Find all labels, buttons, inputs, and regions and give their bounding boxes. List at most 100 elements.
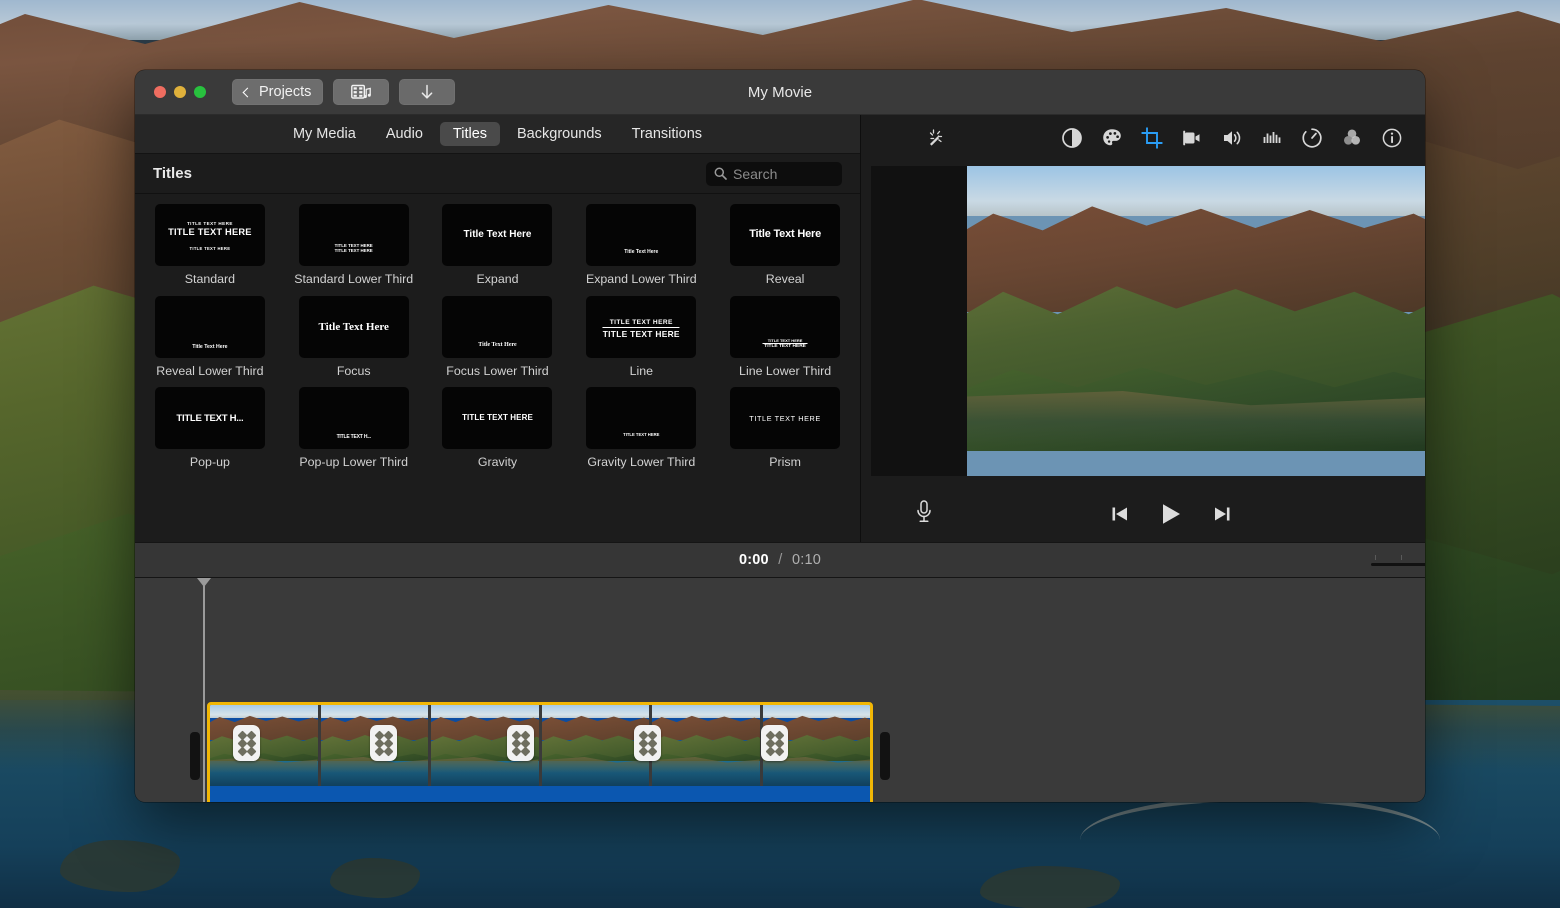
timecode-display: 0:00 / 0:10 bbox=[739, 551, 821, 569]
zoom-button[interactable] bbox=[194, 86, 206, 98]
clip-drag-badge[interactable] bbox=[370, 725, 397, 761]
tab-backgrounds[interactable]: Backgrounds bbox=[504, 122, 615, 146]
title-label: Standard Lower Third bbox=[294, 272, 414, 286]
stabilization-icon[interactable] bbox=[1177, 123, 1207, 153]
preview-text: TITLE TEXT HERE bbox=[462, 413, 533, 422]
preview-text: TITLE TEXT HERE bbox=[189, 246, 231, 251]
total-duration: 0:10 bbox=[791, 552, 821, 568]
title-item-reveal-lower-third[interactable]: Title Text Here Reveal Lower Third bbox=[149, 295, 271, 380]
title-thumbnail: TITLE TEXT HERE bbox=[586, 387, 697, 449]
browser-heading: Titles bbox=[153, 165, 192, 182]
preview-text: Title Text Here bbox=[192, 343, 228, 350]
skip-next-icon bbox=[1215, 507, 1230, 521]
tab-audio[interactable]: Audio bbox=[373, 122, 436, 146]
clip-drag-badge[interactable] bbox=[634, 725, 661, 761]
crop-icon[interactable] bbox=[1137, 123, 1167, 153]
title-item-expand-lower-third[interactable]: Title Text Here Expand Lower Third bbox=[580, 204, 702, 288]
timeline-toolbar: 0:00 / 0:10 bbox=[135, 542, 1425, 578]
title-thumbnail: TITLE TEXT HERE TITLE TEXT HERE bbox=[586, 295, 697, 358]
tab-titles[interactable]: Titles bbox=[439, 122, 501, 146]
close-button[interactable] bbox=[154, 86, 166, 98]
video-preview[interactable] bbox=[861, 160, 1425, 486]
title-item-gravity[interactable]: TITLE TEXT HERE Gravity bbox=[437, 387, 559, 471]
skip-next-button[interactable] bbox=[1212, 504, 1232, 524]
play-icon bbox=[1163, 504, 1180, 524]
wallpaper-rock bbox=[980, 866, 1120, 908]
title-label: Gravity Lower Third bbox=[587, 455, 696, 469]
title-item-line-lower-third[interactable]: TITLE TEXT HERE TITLE TEXT HERE Line Low… bbox=[724, 295, 846, 380]
search-placeholder: Search bbox=[733, 165, 778, 182]
minimize-button[interactable] bbox=[174, 86, 186, 98]
zoom-slider-track[interactable] bbox=[1371, 563, 1425, 566]
clip-drag-badge[interactable] bbox=[761, 725, 788, 761]
title-item-focus[interactable]: Title Text Here Focus bbox=[293, 295, 415, 380]
title-label: Pop-up bbox=[189, 455, 230, 469]
timeline-clip-row bbox=[190, 702, 890, 802]
color-correction-icon[interactable] bbox=[1097, 123, 1127, 153]
adjustment-icons bbox=[1057, 123, 1407, 153]
volume-icon[interactable] bbox=[1217, 123, 1247, 153]
filmstrip-music-icon bbox=[351, 84, 372, 99]
clip-frame bbox=[652, 705, 760, 786]
preview-frame bbox=[967, 166, 1425, 476]
filters-icon[interactable] bbox=[1337, 123, 1367, 153]
tab-my-media[interactable]: My Media bbox=[280, 122, 369, 146]
wallpaper-rock bbox=[60, 840, 180, 892]
clip-drag-badge[interactable] bbox=[507, 725, 534, 761]
viewer-panel bbox=[861, 115, 1425, 542]
info-icon[interactable] bbox=[1377, 123, 1407, 153]
timeline-canvas[interactable] bbox=[135, 578, 1425, 802]
preview-text: Title Text Here bbox=[624, 249, 659, 255]
title-item-expand[interactable]: Title Text Here Expand bbox=[437, 204, 559, 288]
skip-previous-button[interactable] bbox=[1110, 504, 1130, 524]
title-thumbnail: Title Text Here bbox=[442, 204, 553, 266]
title-item-standard-lower-third[interactable]: TITLE TEXT HERE TITLE TEXT HERE Standard… bbox=[293, 204, 415, 288]
title-thumbnail: Title Text Here bbox=[154, 295, 265, 358]
clip-trim-handle-right[interactable] bbox=[880, 732, 890, 780]
magic-wand-icon[interactable] bbox=[921, 123, 951, 153]
title-item-standard[interactable]: TITLE TEXT HERE TITLE TEXT HERE TITLE TE… bbox=[149, 204, 271, 288]
search-field[interactable]: Search bbox=[706, 161, 842, 186]
title-label: Focus Lower Third bbox=[446, 363, 549, 378]
timeline-video-clip[interactable] bbox=[207, 702, 873, 802]
share-export-button[interactable] bbox=[399, 79, 456, 105]
title-item-prism[interactable]: TITLE TEXT HERE Prism bbox=[724, 387, 846, 471]
tab-transitions[interactable]: Transitions bbox=[619, 122, 715, 146]
title-thumbnail: TITLE TEXT H... bbox=[154, 387, 265, 449]
window-title: My Movie bbox=[747, 83, 813, 101]
preview-text: TITLE TEXT H... bbox=[336, 434, 371, 440]
speed-icon[interactable] bbox=[1297, 123, 1327, 153]
clip-trim-handle-left[interactable] bbox=[190, 732, 200, 780]
title-item-reveal[interactable]: Title Text Here Reveal bbox=[724, 204, 846, 288]
title-item-focus-lower-third[interactable]: Title Text Here Focus Lower Third bbox=[437, 295, 559, 380]
titles-grid-scroll[interactable]: TITLE TEXT HERE TITLE TEXT HERE TITLE TE… bbox=[135, 194, 860, 542]
import-media-button[interactable] bbox=[333, 79, 390, 105]
title-item-popup[interactable]: TITLE TEXT H... Pop-up bbox=[149, 387, 271, 471]
clip-audio-waveform-bar[interactable] bbox=[210, 786, 870, 802]
title-label: Expand Lower Third bbox=[585, 272, 697, 286]
preview-text: TITLE TEXT HERE bbox=[186, 221, 233, 226]
preview-letterbox bbox=[871, 166, 967, 476]
title-thumbnail: Title Text Here bbox=[586, 204, 697, 266]
play-button[interactable] bbox=[1158, 501, 1184, 527]
preview-text: TITLE TEXT HERE bbox=[749, 414, 821, 423]
preview-text: TITLE TEXT H... bbox=[176, 413, 244, 424]
clip-frame bbox=[541, 705, 649, 786]
title-label: Prism bbox=[769, 455, 801, 469]
titles-grid: TITLE TEXT HERE TITLE TEXT HERE TITLE TE… bbox=[149, 204, 846, 471]
noise-reduction-icon[interactable] bbox=[1257, 123, 1287, 153]
title-item-popup-lower-third[interactable]: TITLE TEXT H... Pop-up Lower Third bbox=[293, 387, 415, 471]
title-item-line[interactable]: TITLE TEXT HERE TITLE TEXT HERE Line bbox=[580, 295, 702, 380]
title-label: Pop-up Lower Third bbox=[299, 455, 408, 469]
adjustments-toolbar bbox=[861, 115, 1425, 160]
preview-text: Title Text Here bbox=[463, 229, 532, 240]
color-balance-icon[interactable] bbox=[1057, 123, 1087, 153]
timeline-zoom-slider[interactable] bbox=[1371, 555, 1425, 566]
back-to-projects-button[interactable]: Projects bbox=[232, 79, 324, 105]
chevron-left-icon bbox=[242, 87, 253, 97]
clip-drag-badge[interactable] bbox=[233, 725, 260, 761]
title-item-gravity-lower-third[interactable]: TITLE TEXT HERE Gravity Lower Third bbox=[580, 387, 702, 471]
title-label: Line Lower Third bbox=[739, 363, 832, 378]
title-thumbnail: TITLE TEXT HERE TITLE TEXT HERE bbox=[298, 204, 409, 266]
title-label: Reveal bbox=[765, 272, 805, 286]
